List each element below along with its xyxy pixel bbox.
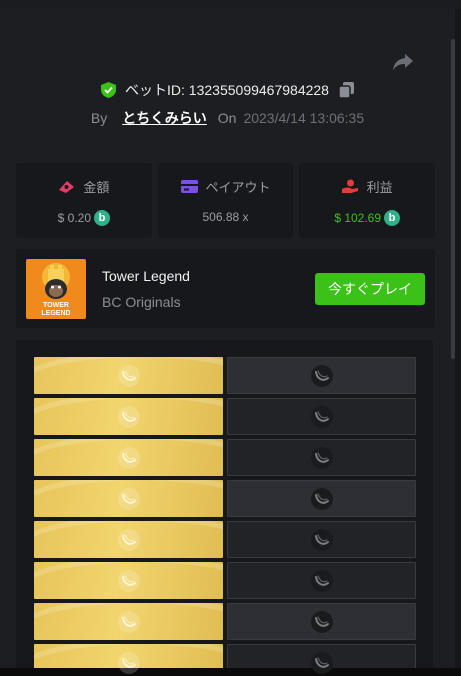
tower-tile[interactable] [227,603,416,640]
by-label: By [90,110,108,126]
game-thumb-text-1: TOWER [43,302,69,309]
verified-shield-icon [101,82,117,98]
game-title[interactable]: Tower Legend [102,268,190,284]
bet-datetime: 2023/4/14 13:06:35 [243,110,365,126]
banana-token-icon [117,405,140,428]
banana-token-icon [310,610,333,633]
hand-coin-icon [341,179,358,193]
bet-id-row: ベットID: 132355099467984228 [0,80,455,100]
coin-icon: b [384,210,401,226]
game-thumbnail[interactable]: TOWER LEGEND [26,259,86,319]
banana-token-icon [117,528,140,551]
banana-token-icon [117,569,140,592]
bet-id: ベットID: 132355099467984228 [125,82,329,98]
tower-tile-won[interactable] [34,398,223,435]
top-strip [0,0,461,9]
username-link[interactable]: とちくみらい [122,108,207,128]
stat-payout: ペイアウト 506.88 x [157,163,294,238]
tower-tile-won[interactable] [34,357,223,394]
card-icon [180,180,198,193]
tower-tile-won[interactable] [34,480,223,517]
banana-token-icon [310,364,333,387]
play-now-button[interactable]: 今すぐプレイ [315,273,425,305]
stat-profit: 利益 $ 102.69 b [299,163,436,238]
stat-payout-label: ペイアウト [205,180,271,195]
tower-tile-won[interactable] [34,603,223,640]
banana-token-icon [310,487,333,510]
stat-amount-label: 金額 [83,180,110,195]
tower-tile[interactable] [227,439,416,476]
banana-token-icon [310,528,333,551]
tower-tile[interactable] [227,480,416,517]
banana-token-icon [310,569,333,592]
tower-grid [34,357,416,676]
tower-tile[interactable] [227,562,416,599]
banana-token-icon [117,651,140,674]
on-label: On [217,110,237,126]
tower-tile-won[interactable] [34,439,223,476]
game-thumb-text-2: LEGEND [41,310,70,317]
coin-icon: b [94,210,111,226]
tower-tile-won[interactable] [34,521,223,558]
game-card: TOWER LEGEND Tower Legend BC Originals 今… [16,249,435,328]
stat-amount: 金額 $ 0.20 b [16,163,152,238]
tower-board [16,340,433,676]
share-icon[interactable] [392,52,414,72]
banana-token-icon [117,610,140,633]
bottom-bar [0,668,461,676]
banana-token-icon [310,405,333,428]
stat-profit-label: 利益 [366,180,393,195]
stat-amount-value: $ 0.20 [57,211,92,225]
stat-profit-value: $ 102.69 [334,211,382,225]
banana-token-icon [117,364,140,387]
banana-token-icon [117,446,140,469]
banana-token-icon [310,651,333,674]
copy-icon[interactable] [338,82,354,98]
tower-tile[interactable] [227,521,416,558]
money-icon [59,180,75,193]
stat-payout-value: 506.88 x [202,210,249,224]
banana-token-icon [310,446,333,469]
banana-token-icon [117,487,140,510]
tower-tile-won[interactable] [34,562,223,599]
tower-tile[interactable] [227,357,416,394]
tower-tile[interactable] [227,398,416,435]
game-provider: BC Originals [102,294,181,310]
bet-stats: 金額 $ 0.20 b ペイアウト 506.88 x 利益 $ 102.69 b [16,163,436,238]
bet-author-row: By とちくみらい On 2023/4/14 13:06:35 [0,108,455,128]
